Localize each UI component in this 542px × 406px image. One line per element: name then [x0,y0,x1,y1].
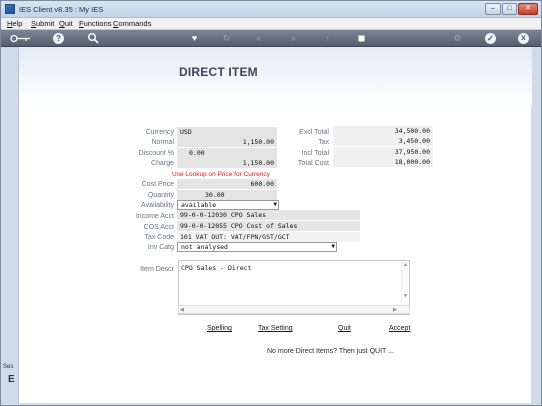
menu-help[interactable]: Help [7,19,22,28]
total-cost-label: Total Cost [297,160,329,167]
main-canvas: DIRECT ITEM Currency USD Normal 1,150.00… [18,47,532,403]
incl-total-field: 37,950.00 [333,147,433,157]
tax-label: Tax [318,139,329,146]
charge-label: Charge [151,160,174,167]
chevron-down-icon: ▼ [273,201,277,208]
upload-icon[interactable]: ↑ [321,32,334,45]
cost-price-field[interactable]: 600.00 [177,179,277,189]
cos-acct-label: COS Acct [143,224,174,231]
spelling-link[interactable]: Spelling [207,325,232,332]
availability-label: Availability [141,202,174,209]
normal-label: Normal [151,139,174,146]
cos-acct-field[interactable]: 99-0-0-12055 CPO Cost of Sales [177,221,360,231]
rewind-icon[interactable]: « [252,32,265,45]
excl-total-label: Excl Total [299,129,329,136]
menu-bar: Help Submit Quit Functions Commands [1,18,541,30]
scroll-down-icon[interactable]: ▼ [403,293,408,299]
tax-total-field: 3,450.00 [333,136,433,146]
minimize-button[interactable]: – [485,3,501,15]
left-strip-icon[interactable]: E [8,374,15,385]
menu-commands[interactable]: Commands [113,19,151,28]
page-title: DIRECT ITEM [179,65,258,79]
window-title: IES Client v8.35 : My IES [19,5,104,14]
menu-quit[interactable]: Quit [59,19,73,28]
back-key-icon[interactable] [9,32,31,45]
accept-link[interactable]: Accept [389,325,410,332]
scroll-left-icon[interactable]: ◀ [180,307,184,313]
quantity-field[interactable]: 30.00 [177,190,277,200]
item-descr-label: Item Descr [140,266,174,273]
discount-label: Discount % [138,150,174,157]
cost-price-label: Cost Price [141,181,174,188]
tax-code-label: Tax Code [144,234,174,241]
quantity-label: Quantity [147,192,174,199]
currency-label: Currency [145,129,174,136]
tax-setting-link[interactable]: Tax Setting [258,325,293,332]
horizontal-scrollbar[interactable]: ◀ ▶ [178,305,410,314]
search-icon[interactable] [87,32,100,45]
inv-catg-label: Inv Catg [147,244,174,251]
item-descr-text: CPO Sales - Direct [181,264,252,272]
excl-total-field: 34,500.00 [333,126,433,136]
close-window-button[interactable]: ✕ [518,3,538,15]
close-icon[interactable]: x [518,33,529,44]
inv-catg-select[interactable]: not analysed ▼ [177,242,337,252]
app-window: IES Client v8.35 : My IES – □ ✕ Help Sub… [0,0,542,406]
availability-value: available [181,201,217,209]
income-acct-field[interactable]: 99-0-0-12030 CPO Sales [177,210,360,220]
forward-icon[interactable]: » [287,32,300,45]
left-strip-label: Ses [3,364,14,370]
settings-icon[interactable]: ⚙ [451,32,464,45]
heart-icon[interactable]: ♥ [188,32,201,45]
header-band [19,47,532,105]
footer-message: No more Direct Items? Then just QUIT ... [267,348,394,355]
menu-functions[interactable]: Functions [79,19,112,28]
income-acct-label: Income Acct [135,213,174,220]
ok-icon[interactable]: ✓ [485,33,496,44]
total-cost-field: 18,000.00 [333,157,433,167]
refresh-icon[interactable]: ↻ [220,32,233,45]
stop-icon[interactable] [355,32,368,45]
maximize-button[interactable]: □ [502,3,517,15]
quit-link[interactable]: Quit [338,325,351,332]
incl-total-label: Incl Total [301,150,330,157]
title-bar: IES Client v8.35 : My IES – □ ✕ [1,1,541,18]
inv-catg-value: not analysed [181,243,228,251]
app-logo-icon [5,4,15,14]
lookup-hint: Use Lookup on Price for Currency [172,171,270,178]
scroll-up-icon[interactable]: ▲ [403,262,408,268]
help-icon[interactable]: ? [53,33,64,44]
scroll-right-icon[interactable]: ▶ [393,307,397,313]
chevron-down-icon: ▼ [331,243,335,250]
toolbar: ? ♥ ↻ « » ↑ ⚙ ✓ x [1,30,541,47]
tax-code-field[interactable]: 101 VAT OUT: VAT/FPN/GST/GCT [177,232,360,242]
availability-select[interactable]: available ▼ [177,200,279,210]
menu-submit[interactable]: Submit [31,19,54,28]
